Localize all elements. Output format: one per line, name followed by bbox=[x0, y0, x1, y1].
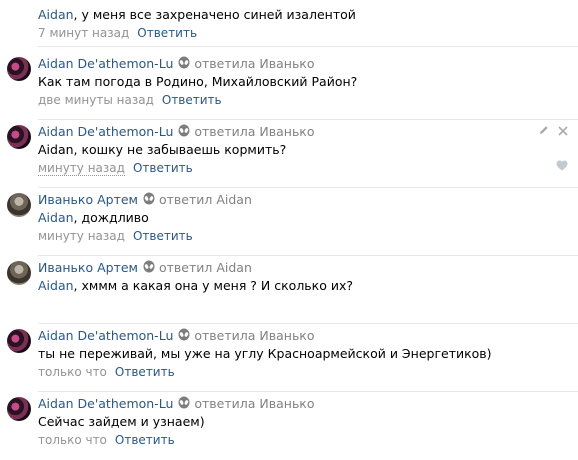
comment-time[interactable]: 7 минут назад bbox=[38, 26, 129, 40]
replied-to[interactable]: ответила Иванько bbox=[194, 328, 314, 343]
comment-time[interactable]: только что bbox=[38, 433, 107, 447]
comment: Иванько Артем ответил Aidan Aidan, дождли… bbox=[0, 188, 578, 256]
comment-text: Сейчас зайдем и узнаем) bbox=[38, 414, 205, 429]
comment-text: Aidan, дождливо bbox=[38, 210, 149, 225]
comment-time[interactable]: две минуты назад bbox=[38, 93, 154, 107]
comment: Aidan De'athemon-Lu ответила Иванько Aida… bbox=[0, 120, 578, 188]
comment-time[interactable]: только что bbox=[38, 365, 107, 379]
reply-link[interactable]: Ответить bbox=[115, 365, 175, 379]
author-link[interactable]: Иванько Артем bbox=[38, 260, 138, 275]
mention-link[interactable]: Aidan bbox=[38, 278, 74, 293]
comment-header: Aidan De'athemon-Lu ответила Иванько bbox=[38, 124, 315, 139]
author-link[interactable]: Иванько Артем bbox=[38, 192, 138, 207]
reply-link[interactable]: Ответить bbox=[162, 93, 222, 107]
comment-tools bbox=[538, 124, 568, 139]
alien-icon bbox=[178, 328, 190, 341]
comment-header: Иванько Артем ответил Aidan bbox=[38, 260, 252, 275]
author-link[interactable]: Aidan De'athemon-Lu bbox=[38, 396, 173, 411]
comment-meta: минуту назад Ответить bbox=[38, 229, 193, 243]
comment-meta: только что Ответить bbox=[38, 365, 175, 379]
reply-link[interactable]: Ответить bbox=[137, 26, 197, 40]
comment: Иванько Артем ответил Aidan Aidan, хммм а… bbox=[0, 256, 578, 324]
comment-meta: две минуты назад Ответить bbox=[38, 93, 222, 107]
mention-link[interactable]: Aidan bbox=[38, 210, 74, 225]
comment: Aidan De'athemon-Lu ответила Иванько Сейч… bbox=[0, 392, 578, 460]
alien-icon bbox=[178, 56, 190, 69]
reply-link[interactable]: Ответить bbox=[133, 161, 193, 175]
comment-time[interactable]: минуту назад bbox=[38, 229, 125, 243]
comment-meta: только что Ответить bbox=[38, 433, 175, 447]
comment-text-body: Сейчас зайдем и узнаем) bbox=[38, 414, 205, 429]
comment-header: Иванько Артем ответил Aidan bbox=[38, 192, 252, 207]
avatar[interactable] bbox=[7, 193, 31, 217]
comment: Aidan De'athemon-Lu ответила Иванько Как … bbox=[0, 52, 578, 120]
author-link[interactable]: Aidan De'athemon-Lu bbox=[38, 124, 173, 139]
comment-text-body: Как там погода в Родино, Михайловский Ра… bbox=[38, 74, 358, 89]
author-link[interactable]: Aidan De'athemon-Lu bbox=[38, 328, 173, 343]
comment-meta: минуту назад Ответить bbox=[38, 161, 193, 176]
comment-partial-top: Aidan, у меня все захреначено синей изал… bbox=[0, 0, 578, 46]
comment-text-body: , дождливо bbox=[73, 210, 149, 225]
comment-text: Aidan, хммм а какая она у меня ? И сколь… bbox=[38, 278, 353, 293]
comment-text-body: , хммм а какая она у меня ? И сколько их… bbox=[73, 278, 353, 293]
comment-text-body: Aidan, кошку не забываешь кормить? bbox=[38, 142, 287, 157]
comment-text-body: , у меня все захреначено синей изалентой bbox=[73, 7, 356, 22]
alien-icon bbox=[143, 192, 155, 205]
reply-link[interactable]: Ответить bbox=[133, 229, 193, 243]
comment-text: Aidan, у меня все захреначено синей изал… bbox=[38, 7, 356, 22]
replied-to[interactable]: ответила Иванько bbox=[194, 124, 314, 139]
pencil-icon[interactable] bbox=[538, 124, 550, 136]
avatar[interactable] bbox=[7, 397, 31, 421]
comment-text-body: ты не переживай, мы уже на углу Красноар… bbox=[38, 346, 492, 361]
comment: Aidan De'athemon-Lu ответила Иванько ты н… bbox=[0, 324, 578, 392]
alien-icon bbox=[178, 396, 190, 409]
avatar[interactable] bbox=[7, 57, 31, 81]
reply-link[interactable]: Ответить bbox=[115, 433, 175, 447]
separator bbox=[38, 46, 578, 47]
comment-header: Aidan De'athemon-Lu ответила Иванько bbox=[38, 56, 315, 71]
mention-link[interactable]: Aidan bbox=[38, 7, 74, 22]
replied-to[interactable]: ответила Иванько bbox=[194, 396, 314, 411]
comment-time[interactable]: минуту назад bbox=[38, 161, 125, 176]
comment-text: Aidan, кошку не забываешь кормить? bbox=[38, 142, 286, 157]
comment-text: Как там погода в Родино, Михайловский Ра… bbox=[38, 74, 357, 89]
replied-to[interactable]: ответил Aidan bbox=[159, 260, 252, 275]
heart-icon[interactable] bbox=[556, 160, 568, 171]
replied-to[interactable]: ответил Aidan bbox=[159, 192, 252, 207]
comment-text: ты не переживай, мы уже на углу Красноар… bbox=[38, 346, 492, 361]
replied-to[interactable]: ответила Иванько bbox=[194, 56, 314, 71]
comment-header: Aidan De'athemon-Lu ответила Иванько bbox=[38, 396, 315, 411]
avatar[interactable] bbox=[7, 261, 31, 285]
author-link[interactable]: Aidan De'athemon-Lu bbox=[38, 56, 173, 71]
close-icon[interactable] bbox=[558, 126, 568, 136]
avatar[interactable] bbox=[7, 329, 31, 353]
comment-header: Aidan De'athemon-Lu ответила Иванько bbox=[38, 328, 315, 343]
alien-icon bbox=[143, 260, 155, 273]
avatar[interactable] bbox=[7, 125, 31, 149]
alien-icon bbox=[178, 124, 190, 137]
comment-meta: 7 минут назад Ответить bbox=[38, 26, 197, 40]
